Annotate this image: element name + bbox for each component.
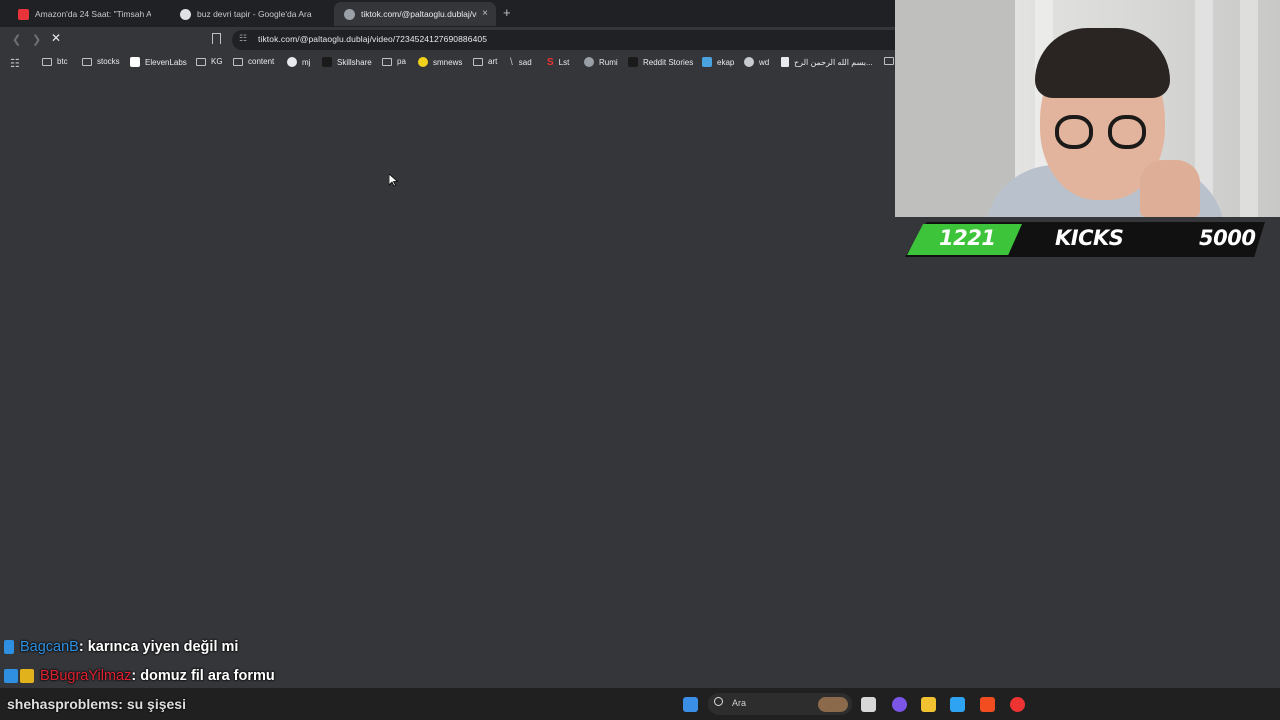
page-icon	[781, 57, 789, 67]
chat-message: BagcanB : karınca yiyen değil mi	[4, 639, 238, 655]
tab-title: Amazon'da 24 Saat: "Timsah Avı	[35, 9, 151, 19]
tab-title: tiktok.com/@paltaoglu.dublaj/vi	[361, 9, 477, 19]
skillshare-icon	[322, 57, 332, 67]
bookmark-elevenlabs[interactable]: ElevenLabs	[130, 57, 187, 67]
bookmark-art[interactable]: art	[473, 57, 497, 66]
streamer-hand	[1140, 160, 1200, 217]
task-view-icon[interactable]	[861, 697, 876, 712]
tab-google[interactable]: buz devri tapir - Google'da Ara	[170, 2, 330, 26]
ekap-icon	[702, 57, 712, 67]
github-icon	[287, 57, 297, 67]
chat-text: : su şişesi	[118, 696, 186, 712]
close-tab-icon[interactable]: ×	[482, 8, 488, 19]
s-logo-icon: S	[547, 57, 554, 68]
bookmark-wd[interactable]: wd	[744, 57, 769, 67]
bookmark-pa[interactable]: pa	[382, 57, 406, 66]
chat-message: shehasproblems : su şişesi	[7, 696, 186, 712]
tab-tiktok[interactable]: tiktok.com/@paltaoglu.dublaj/vi ×	[334, 2, 496, 26]
smiley-icon	[418, 57, 428, 67]
bookmark-mj[interactable]: mj	[287, 57, 310, 67]
bookmark-lst[interactable]: S Lst	[547, 57, 569, 68]
bookmark-page-icon[interactable]	[212, 33, 221, 44]
obs-icon[interactable]	[1010, 697, 1025, 712]
kicks-current: 1221	[939, 226, 996, 250]
screen: Amazon'da 24 Saat: "Timsah Avı buz devri…	[0, 0, 1280, 720]
youtube-icon	[18, 8, 29, 20]
folder-icon	[233, 57, 243, 66]
folder-icon	[382, 57, 392, 66]
new-tab-button[interactable]: +	[503, 5, 511, 20]
site-info-icon[interactable]: ☷	[239, 33, 247, 44]
bookmark-kg[interactable]: KG	[196, 57, 223, 66]
bookmark-reddit-stories[interactable]: Reddit Stories	[628, 57, 693, 67]
taskbar	[0, 688, 1280, 720]
bookmark-stocks[interactable]: stocks	[82, 57, 120, 66]
windows-start-icon[interactable]	[683, 697, 698, 712]
kicks-goal: 5000	[1199, 226, 1256, 250]
badge-icon	[4, 640, 14, 654]
folder-icon	[196, 57, 206, 66]
background-wall	[895, 0, 1015, 217]
webcam-overlay	[895, 0, 1280, 217]
d-logo-icon	[628, 57, 638, 67]
page-content-right	[895, 217, 1280, 688]
streamer-hair	[1035, 28, 1170, 98]
search-highlight-icon	[818, 697, 848, 712]
tab-title: buz devri tapir - Google'da Ara	[197, 9, 312, 19]
forward-icon[interactable]: ❯	[32, 33, 41, 46]
google-icon	[180, 8, 191, 20]
mouse-cursor-icon	[389, 174, 398, 187]
bookmark-bismillah[interactable]: بسم الله الرحمن الرح...	[781, 57, 873, 67]
bookmark-sad[interactable]: \ sad	[510, 57, 532, 68]
url-text[interactable]: tiktok.com/@paltaoglu.dublaj/video/72345…	[258, 34, 487, 44]
globe-icon	[584, 57, 594, 67]
folder-icon	[82, 57, 92, 66]
search-placeholder: Ara	[732, 698, 747, 708]
folder-icon	[42, 57, 52, 66]
search-icon	[714, 697, 723, 706]
stop-loading-icon[interactable]: ✕	[51, 31, 61, 45]
chat-text: : domuz fil ara formu	[131, 668, 275, 684]
folder-icon	[473, 57, 483, 66]
badge-icon	[4, 669, 18, 683]
copilot-icon[interactable]	[892, 697, 907, 712]
glasses	[1108, 115, 1146, 149]
folder-icon	[884, 57, 894, 65]
tab-amazon[interactable]: Amazon'da 24 Saat: "Timsah Avı	[8, 2, 168, 26]
chat-user: BagcanB	[20, 639, 79, 655]
chat-user: shehasproblems	[7, 696, 119, 712]
kicks-goal-banner: 1221 KICKS 5000	[905, 222, 1265, 257]
brave-browser-icon[interactable]	[980, 697, 995, 712]
elevenlabs-icon	[130, 57, 140, 67]
crown-icon	[20, 669, 34, 683]
curtain	[1240, 0, 1258, 217]
wd-icon	[744, 57, 754, 67]
bookmark-smnews[interactable]: smnews	[418, 57, 462, 67]
chat-user: BBugraYilmaz	[40, 668, 132, 684]
kicks-label: KICKS	[1055, 226, 1124, 250]
slash-icon: \	[510, 57, 513, 68]
apps-icon[interactable]: ☷	[10, 57, 20, 70]
bookmark-rumi[interactable]: Rumi	[584, 57, 618, 67]
file-explorer-icon[interactable]	[921, 697, 936, 712]
bookmark-ekap[interactable]: ekap	[702, 57, 734, 67]
loading-icon	[344, 8, 355, 20]
bookmark-skillshare[interactable]: Skillshare	[322, 57, 372, 67]
bookmark-content[interactable]: content	[233, 57, 274, 66]
chat-text: : karınca yiyen değil mi	[78, 639, 239, 655]
glasses	[1055, 115, 1093, 149]
bookmark-btc[interactable]: btc	[42, 57, 68, 66]
back-icon[interactable]: ❮	[12, 33, 21, 46]
snipping-tool-icon[interactable]	[950, 697, 965, 712]
chat-message: BBugraYilmaz : domuz fil ara formu	[4, 668, 275, 684]
page-content	[0, 74, 895, 688]
